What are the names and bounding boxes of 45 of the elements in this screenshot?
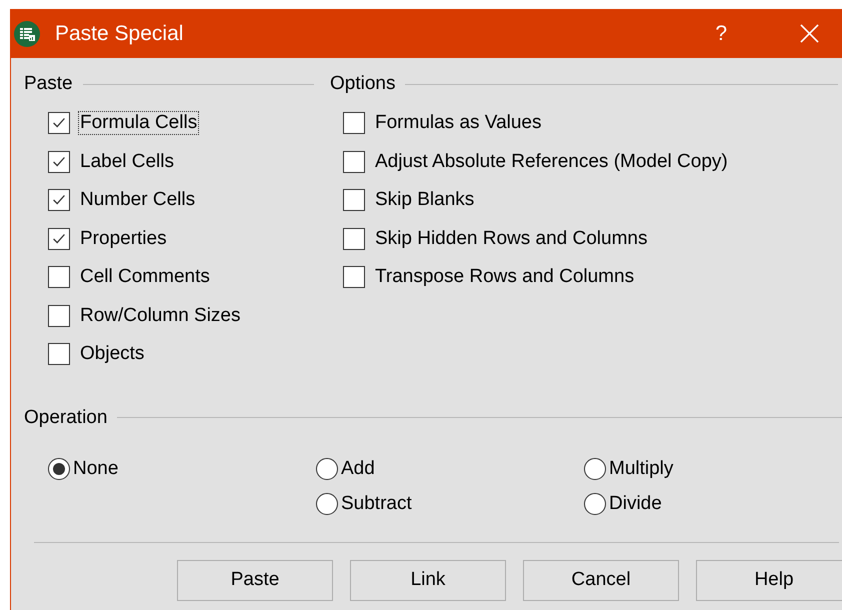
radio-button[interactable] [584, 458, 606, 480]
dialog-button[interactable]: Cancel [523, 560, 679, 600]
radio-button[interactable] [584, 493, 606, 515]
checkbox[interactable] [48, 304, 70, 327]
checkbox[interactable] [343, 189, 365, 212]
radio-label[interactable]: Add [341, 458, 375, 480]
dialog-button[interactable]: Help [696, 560, 842, 600]
checkbox-label[interactable]: Row/Column Sizes [78, 304, 242, 328]
checkbox[interactable] [48, 343, 70, 366]
checkbox-label[interactable]: Adjust Absolute References (Model Copy) [373, 150, 730, 174]
checkbox[interactable] [343, 266, 365, 288]
checkbox[interactable] [48, 112, 70, 134]
checkbox-label[interactable]: Skip Hidden Rows and Columns [373, 226, 650, 251]
spreadsheet-icon [14, 20, 40, 46]
checkbox-label[interactable]: Label Cells [78, 150, 176, 174]
checkbox[interactable] [343, 112, 365, 134]
radio-button[interactable] [316, 458, 338, 480]
close-icon[interactable] [800, 24, 819, 43]
checkbox[interactable] [343, 228, 365, 250]
group-label: Operation [24, 406, 108, 428]
checkbox-label[interactable]: Objects [78, 342, 146, 366]
checkbox[interactable] [48, 189, 70, 212]
radio-button[interactable] [48, 458, 70, 480]
dialog-button[interactable]: Link [350, 560, 506, 600]
group-label: Options [330, 73, 396, 95]
checkbox-label[interactable]: Formulas as Values [373, 111, 544, 136]
checkbox-label[interactable]: Number Cells [78, 188, 198, 212]
radio-button[interactable] [316, 493, 338, 515]
checkbox-label[interactable]: Transpose Rows and Columns [373, 265, 636, 290]
checkbox[interactable] [343, 150, 365, 173]
checkbox[interactable] [48, 266, 70, 288]
radio-label[interactable]: Multiply [609, 458, 674, 480]
radio-label[interactable]: None [73, 458, 118, 480]
checkbox-label[interactable]: Cell Comments [78, 265, 212, 290]
dialog-button[interactable]: Paste [177, 560, 333, 600]
checkbox[interactable] [48, 150, 70, 173]
checkbox-label[interactable]: Formula Cells [78, 111, 200, 136]
window-title: Paste Special [55, 22, 184, 46]
group-label: Paste [24, 73, 73, 95]
checkbox-label[interactable]: Skip Blanks [373, 188, 476, 212]
help-button[interactable]: ? [715, 22, 727, 46]
checkbox[interactable] [48, 228, 70, 250]
radio-label[interactable]: Subtract [341, 493, 412, 515]
radio-label[interactable]: Divide [609, 493, 662, 515]
checkbox-label[interactable]: Properties [78, 226, 169, 251]
